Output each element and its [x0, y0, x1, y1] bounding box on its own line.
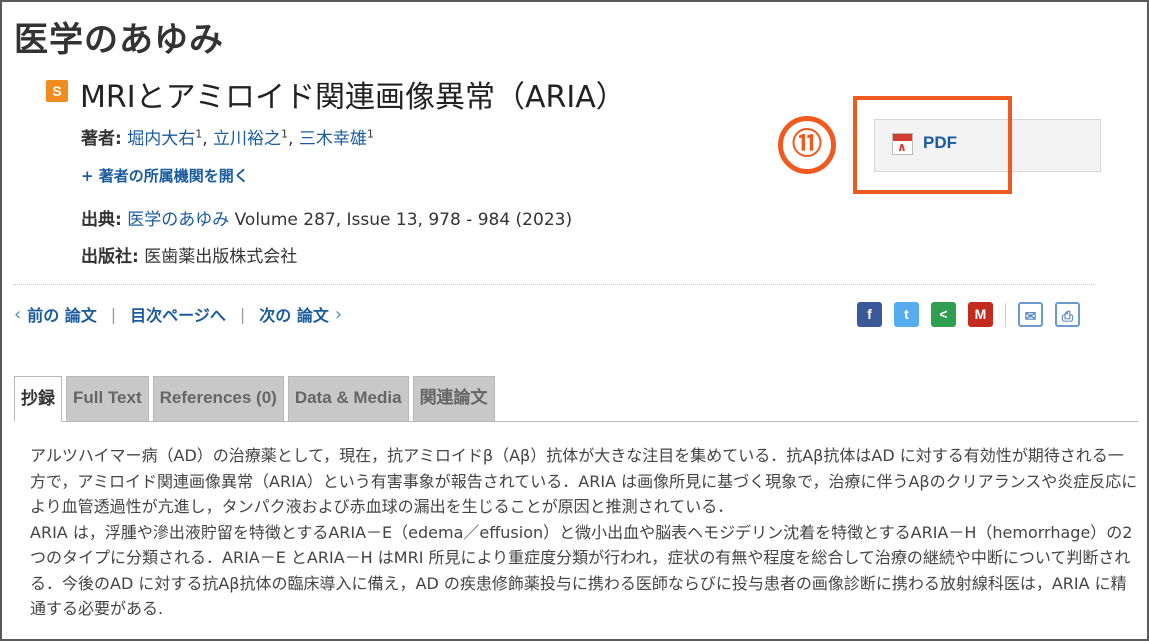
source-label: 出典: [81, 210, 122, 230]
source-row: 出典: 医学のあゆみ Volume 287, Issue 13, 978 - 9… [81, 205, 572, 230]
author-link-1[interactable]: 立川裕之 [213, 129, 281, 149]
print-icon[interactable]: ⎙ [1055, 302, 1080, 327]
tab-fulltext[interactable]: Full Text [66, 376, 149, 422]
journal-title[interactable]: 医学のあゆみ [14, 12, 224, 61]
author-separator: , [202, 129, 208, 149]
publisher-name: 医歯薬出版株式会社 [144, 247, 298, 267]
share-toolbar: f t < M ✉ ⎙ [857, 302, 1092, 327]
next-article-link[interactable]: 次の 論文 [259, 302, 329, 326]
author-affil-2: 1 [366, 127, 374, 141]
tab-divider [14, 421, 1138, 422]
divider [14, 284, 1094, 285]
author-link-0[interactable]: 堀内大右 [127, 129, 195, 149]
content-tabs: 抄録 Full Text References (0) Data & Media… [14, 376, 499, 422]
source-journal-link[interactable]: 医学のあゆみ [127, 210, 229, 230]
chevron-right-icon: › [334, 303, 343, 325]
affiliation-toggle[interactable]: + 著者の所属機関を開く [81, 165, 249, 186]
abstract-paragraph-2: ARIA は，浮腫や滲出液貯留を特徴とするARIA－E（edema／effusi… [30, 522, 1133, 619]
share-icon[interactable]: < [931, 302, 956, 327]
article-title: MRIとアミロイド関連画像異常（ARIA） [80, 80, 626, 115]
abstract-paragraph-1: アルツハイマー病（AD）の治療薬として，現在，抗アミロイドβ（Aβ）抗体が大きな… [30, 446, 1138, 516]
mail-icon[interactable]: ✉ [1018, 302, 1043, 327]
toc-link[interactable]: 目次ページへ [130, 302, 226, 326]
facebook-icon[interactable]: f [857, 302, 882, 327]
tab-related[interactable]: 関連論文 [412, 376, 495, 422]
authors-label: 著者: [81, 129, 122, 149]
authors-row: 著者: 堀内大右1, 立川裕之1, 三木幸雄1 [81, 124, 374, 149]
source-citation: Volume 287, Issue 13, 978 - 984 (2023) [229, 210, 573, 230]
tab-data-media[interactable]: Data & Media [287, 376, 409, 422]
prev-article-link[interactable]: 前の 論文 [27, 302, 97, 326]
nav-separator: | [110, 304, 117, 324]
chevron-left-icon: ‹ [14, 303, 22, 325]
mendeley-icon[interactable]: M [968, 302, 993, 327]
nav-separator: | [239, 304, 246, 324]
publisher-row: 出版社: 医歯薬出版株式会社 [81, 242, 297, 267]
author-link-2[interactable]: 三木幸雄 [299, 129, 367, 149]
annotation-number: ⑪ [778, 116, 836, 174]
annotation-highlight-box [853, 96, 1012, 194]
tab-references[interactable]: References (0) [152, 376, 284, 422]
author-separator: , [288, 129, 294, 149]
article-navigation: ‹ 前の 論文 | 目次ページへ | 次の 論文 › [14, 302, 342, 326]
twitter-icon[interactable]: t [894, 302, 919, 327]
toolbar-separator [1005, 302, 1006, 327]
tab-abstract[interactable]: 抄録 [14, 376, 62, 422]
subscription-badge: S [46, 80, 68, 102]
author-affil-1: 1 [281, 127, 289, 141]
abstract-body: アルツハイマー病（AD）の治療薬として，現在，抗アミロイドβ（Aβ）抗体が大きな… [30, 443, 1138, 622]
publisher-label: 出版社: [81, 247, 139, 267]
